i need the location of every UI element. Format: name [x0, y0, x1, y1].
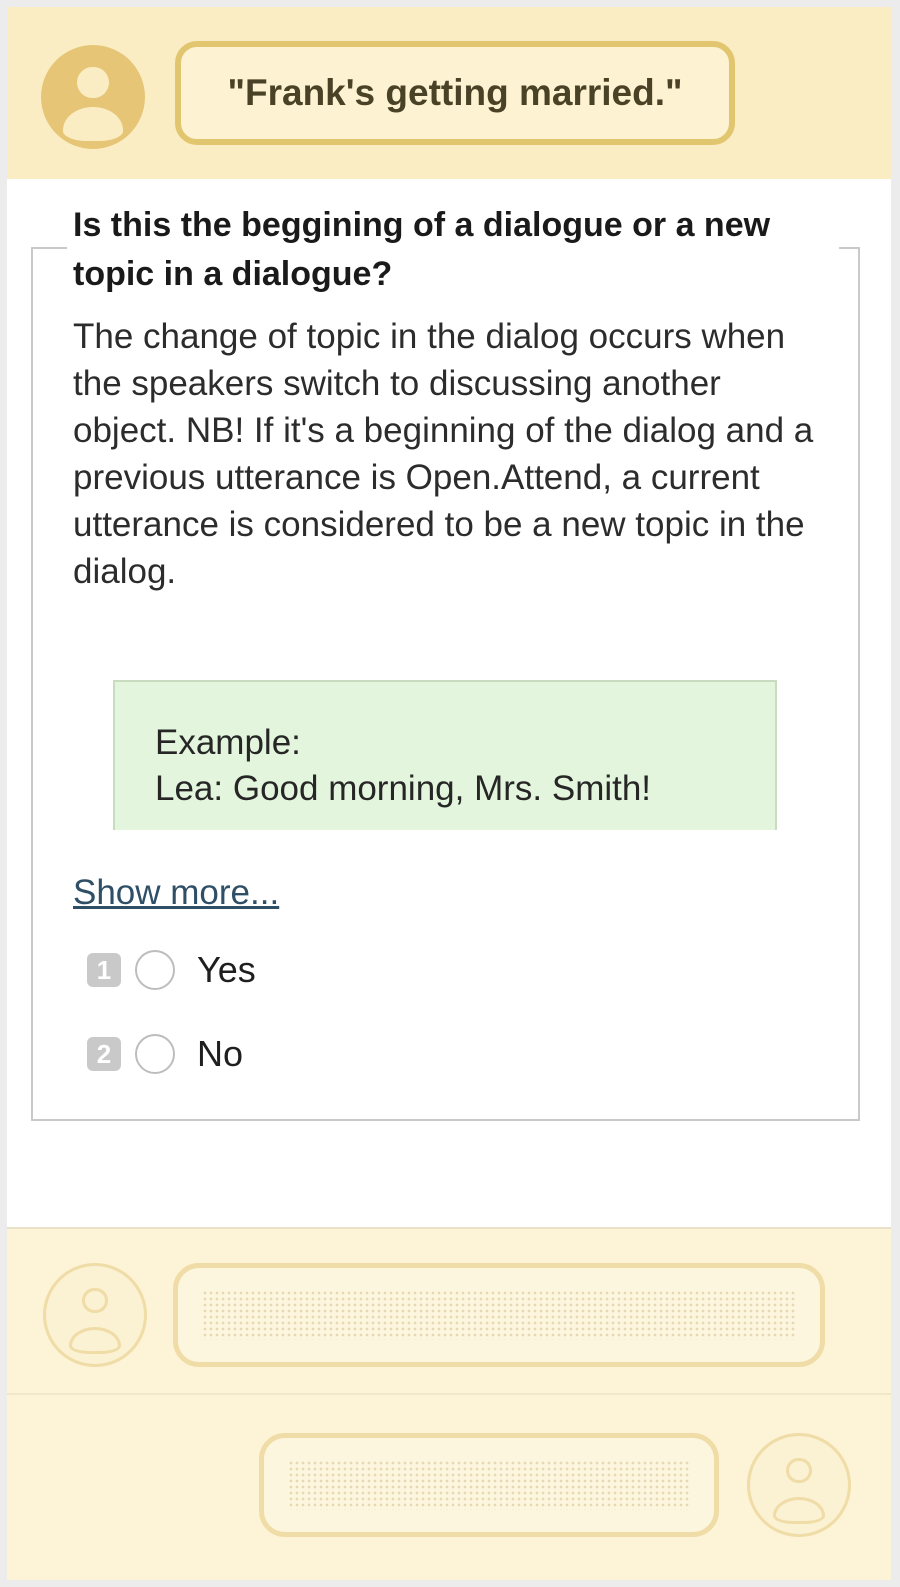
show-more-link[interactable]: Show more... — [73, 873, 279, 913]
next-utterance-row — [7, 1227, 891, 1393]
radio-button-no[interactable] — [135, 1034, 175, 1074]
current-utterance-row: "Frank's getting married." — [7, 7, 891, 179]
user-avatar-icon — [41, 45, 145, 149]
user-avatar-icon — [747, 1433, 851, 1537]
hidden-utterance-placeholder — [173, 1263, 825, 1367]
reply-utterance-row — [7, 1393, 891, 1580]
task-frame: "Frank's getting married." Is this the b… — [7, 7, 891, 1580]
hidden-reply-placeholder — [259, 1433, 719, 1537]
user-avatar-icon — [43, 1263, 147, 1367]
example-heading: Example: — [155, 723, 301, 762]
hotkey-badge: 2 — [87, 1037, 121, 1071]
radio-button-yes[interactable] — [135, 950, 175, 990]
option-yes[interactable]: 1 Yes — [87, 945, 256, 995]
option-label-yes: Yes — [197, 949, 256, 990]
hotkey-badge: 1 — [87, 953, 121, 987]
utterance-bubble: "Frank's getting married." — [175, 41, 735, 145]
option-label-no: No — [197, 1033, 244, 1074]
option-no[interactable]: 2 No — [87, 1029, 243, 1079]
example-box: Example: Lea: Good morning, Mrs. Smith! — [113, 680, 777, 830]
question-title: Is this the beggining of a dialogue or a… — [67, 201, 839, 299]
question-description: The change of topic in the dialog occurs… — [73, 317, 814, 591]
example-line: Lea: Good morning, Mrs. Smith! — [155, 769, 652, 808]
